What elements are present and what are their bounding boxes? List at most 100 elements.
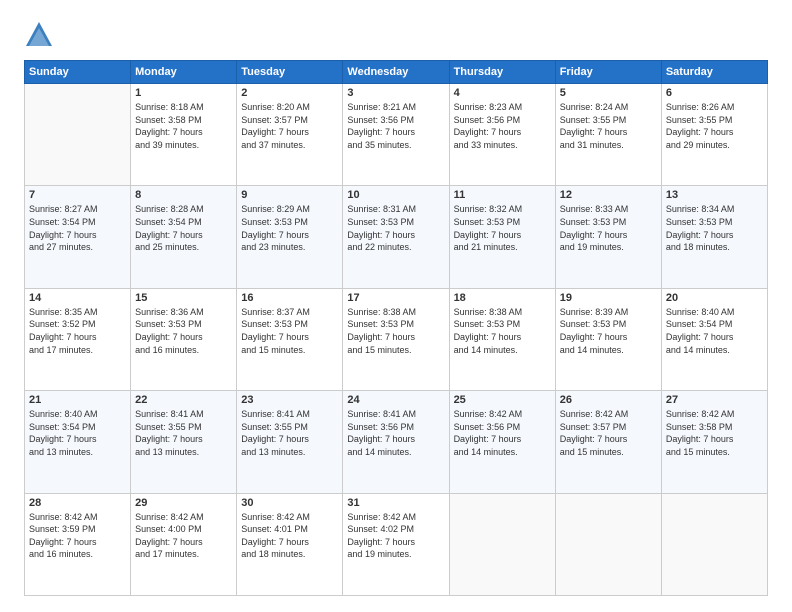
day-cell: 18Sunrise: 8:38 AM Sunset: 3:53 PM Dayli… xyxy=(449,288,555,390)
col-header-wednesday: Wednesday xyxy=(343,61,449,84)
logo-icon xyxy=(24,20,54,50)
day-cell: 3 Sunrise: 8:21 AM Sunset: 3:56 PM Daylig… xyxy=(343,84,449,186)
day-cell: 23Sunrise: 8:41 AM Sunset: 3:55 PM Dayli… xyxy=(237,391,343,493)
day-number: 19 xyxy=(560,292,657,304)
day-number: 2 xyxy=(241,87,338,99)
day-info: Sunrise: 8:26 AM Sunset: 3:55 PM Dayligh… xyxy=(666,101,763,151)
day-number: 6 xyxy=(666,87,763,99)
day-info: Sunrise: 8:42 AM Sunset: 3:57 PM Dayligh… xyxy=(560,408,657,458)
week-row-4: 21Sunrise: 8:40 AM Sunset: 3:54 PM Dayli… xyxy=(25,391,768,493)
col-header-monday: Monday xyxy=(131,61,237,84)
day-number: 5 xyxy=(560,87,657,99)
week-row-3: 14 Sunrise: 8:35 AM Sunset: 3:52 PM Dayli… xyxy=(25,288,768,390)
day-cell: 9Sunrise: 8:29 AM Sunset: 3:53 PM Daylig… xyxy=(237,186,343,288)
day-info: Sunrise: 8:40 AM Sunset: 3:54 PM Dayligh… xyxy=(29,408,126,458)
day-cell: 17 Sunrise: 8:38 AM Sunset: 3:53 PM Dayli… xyxy=(343,288,449,390)
day-info: Sunrise: 8:42 AM Sunset: 3:59 PM Dayligh… xyxy=(29,511,126,561)
week-row-1: 1Sunrise: 8:18 AM Sunset: 3:58 PM Daylig… xyxy=(25,84,768,186)
day-number: 14 xyxy=(29,292,126,304)
day-info: Sunrise: 8:34 AM Sunset: 3:53 PM Dayligh… xyxy=(666,203,763,253)
day-cell xyxy=(555,493,661,595)
day-number: 31 xyxy=(347,497,444,509)
col-header-saturday: Saturday xyxy=(661,61,767,84)
day-number: 20 xyxy=(666,292,763,304)
day-number: 9 xyxy=(241,189,338,201)
day-number: 26 xyxy=(560,394,657,406)
day-cell: 1Sunrise: 8:18 AM Sunset: 3:58 PM Daylig… xyxy=(131,84,237,186)
day-number: 3 xyxy=(347,87,444,99)
day-number: 16 xyxy=(241,292,338,304)
day-cell: 2 Sunrise: 8:20 AM Sunset: 3:57 PM Daylig… xyxy=(237,84,343,186)
logo xyxy=(24,20,56,50)
day-info: Sunrise: 8:40 AM Sunset: 3:54 PM Dayligh… xyxy=(666,306,763,356)
day-info: Sunrise: 8:28 AM Sunset: 3:54 PM Dayligh… xyxy=(135,203,232,253)
day-cell: 29 Sunrise: 8:42 AM Sunset: 4:00 PM Dayli… xyxy=(131,493,237,595)
day-info: Sunrise: 8:42 AM Sunset: 4:02 PM Dayligh… xyxy=(347,511,444,561)
day-cell: 20 Sunrise: 8:40 AM Sunset: 3:54 PM Dayli… xyxy=(661,288,767,390)
day-cell xyxy=(661,493,767,595)
day-number: 15 xyxy=(135,292,232,304)
day-info: Sunrise: 8:24 AM Sunset: 3:55 PM Dayligh… xyxy=(560,101,657,151)
day-cell: 19 Sunrise: 8:39 AM Sunset: 3:53 PM Dayli… xyxy=(555,288,661,390)
day-info: Sunrise: 8:41 AM Sunset: 3:55 PM Dayligh… xyxy=(135,408,232,458)
day-info: Sunrise: 8:38 AM Sunset: 3:53 PM Dayligh… xyxy=(347,306,444,356)
col-header-thursday: Thursday xyxy=(449,61,555,84)
day-cell: 7Sunrise: 8:27 AM Sunset: 3:54 PM Daylig… xyxy=(25,186,131,288)
day-info: Sunrise: 8:39 AM Sunset: 3:53 PM Dayligh… xyxy=(560,306,657,356)
col-header-tuesday: Tuesday xyxy=(237,61,343,84)
day-info: Sunrise: 8:37 AM Sunset: 3:53 PM Dayligh… xyxy=(241,306,338,356)
day-info: Sunrise: 8:42 AM Sunset: 4:01 PM Dayligh… xyxy=(241,511,338,561)
day-cell: 14 Sunrise: 8:35 AM Sunset: 3:52 PM Dayli… xyxy=(25,288,131,390)
day-cell xyxy=(449,493,555,595)
day-number: 12 xyxy=(560,189,657,201)
day-cell: 5 Sunrise: 8:24 AM Sunset: 3:55 PM Daylig… xyxy=(555,84,661,186)
day-info: Sunrise: 8:33 AM Sunset: 3:53 PM Dayligh… xyxy=(560,203,657,253)
day-cell: 24 Sunrise: 8:41 AM Sunset: 3:56 PM Dayli… xyxy=(343,391,449,493)
day-cell: 30 Sunrise: 8:42 AM Sunset: 4:01 PM Dayli… xyxy=(237,493,343,595)
col-header-sunday: Sunday xyxy=(25,61,131,84)
week-row-2: 7Sunrise: 8:27 AM Sunset: 3:54 PM Daylig… xyxy=(25,186,768,288)
day-number: 1 xyxy=(135,87,232,99)
header-row: SundayMondayTuesdayWednesdayThursdayFrid… xyxy=(25,61,768,84)
day-number: 27 xyxy=(666,394,763,406)
day-cell: 13 Sunrise: 8:34 AM Sunset: 3:53 PM Dayli… xyxy=(661,186,767,288)
day-info: Sunrise: 8:36 AM Sunset: 3:53 PM Dayligh… xyxy=(135,306,232,356)
day-number: 24 xyxy=(347,394,444,406)
day-cell: 12 Sunrise: 8:33 AM Sunset: 3:53 PM Dayli… xyxy=(555,186,661,288)
day-cell xyxy=(25,84,131,186)
day-number: 11 xyxy=(454,189,551,201)
day-info: Sunrise: 8:42 AM Sunset: 4:00 PM Dayligh… xyxy=(135,511,232,561)
day-number: 13 xyxy=(666,189,763,201)
day-cell: 8 Sunrise: 8:28 AM Sunset: 3:54 PM Daylig… xyxy=(131,186,237,288)
day-info: Sunrise: 8:23 AM Sunset: 3:56 PM Dayligh… xyxy=(454,101,551,151)
day-number: 8 xyxy=(135,189,232,201)
day-number: 17 xyxy=(347,292,444,304)
day-cell: 22Sunrise: 8:41 AM Sunset: 3:55 PM Dayli… xyxy=(131,391,237,493)
header xyxy=(24,20,768,50)
day-number: 30 xyxy=(241,497,338,509)
day-cell: 15 Sunrise: 8:36 AM Sunset: 3:53 PM Dayli… xyxy=(131,288,237,390)
day-info: Sunrise: 8:41 AM Sunset: 3:55 PM Dayligh… xyxy=(241,408,338,458)
day-cell: 27 Sunrise: 8:42 AM Sunset: 3:58 PM Dayli… xyxy=(661,391,767,493)
day-info: Sunrise: 8:41 AM Sunset: 3:56 PM Dayligh… xyxy=(347,408,444,458)
day-info: Sunrise: 8:42 AM Sunset: 3:56 PM Dayligh… xyxy=(454,408,551,458)
col-header-friday: Friday xyxy=(555,61,661,84)
day-info: Sunrise: 8:38 AM Sunset: 3:53 PM Dayligh… xyxy=(454,306,551,356)
day-info: Sunrise: 8:32 AM Sunset: 3:53 PM Dayligh… xyxy=(454,203,551,253)
day-info: Sunrise: 8:20 AM Sunset: 3:57 PM Dayligh… xyxy=(241,101,338,151)
page: SundayMondayTuesdayWednesdayThursdayFrid… xyxy=(0,0,792,612)
day-cell: 28Sunrise: 8:42 AM Sunset: 3:59 PM Dayli… xyxy=(25,493,131,595)
day-info: Sunrise: 8:42 AM Sunset: 3:58 PM Dayligh… xyxy=(666,408,763,458)
day-number: 10 xyxy=(347,189,444,201)
calendar: SundayMondayTuesdayWednesdayThursdayFrid… xyxy=(24,60,768,596)
day-cell: 10 Sunrise: 8:31 AM Sunset: 3:53 PM Dayli… xyxy=(343,186,449,288)
day-info: Sunrise: 8:21 AM Sunset: 3:56 PM Dayligh… xyxy=(347,101,444,151)
day-cell: 4Sunrise: 8:23 AM Sunset: 3:56 PM Daylig… xyxy=(449,84,555,186)
day-info: Sunrise: 8:35 AM Sunset: 3:52 PM Dayligh… xyxy=(29,306,126,356)
day-number: 29 xyxy=(135,497,232,509)
week-row-5: 28Sunrise: 8:42 AM Sunset: 3:59 PM Dayli… xyxy=(25,493,768,595)
day-info: Sunrise: 8:31 AM Sunset: 3:53 PM Dayligh… xyxy=(347,203,444,253)
day-cell: 16 Sunrise: 8:37 AM Sunset: 3:53 PM Dayli… xyxy=(237,288,343,390)
day-cell: 26 Sunrise: 8:42 AM Sunset: 3:57 PM Dayli… xyxy=(555,391,661,493)
day-cell: 31 Sunrise: 8:42 AM Sunset: 4:02 PM Dayli… xyxy=(343,493,449,595)
